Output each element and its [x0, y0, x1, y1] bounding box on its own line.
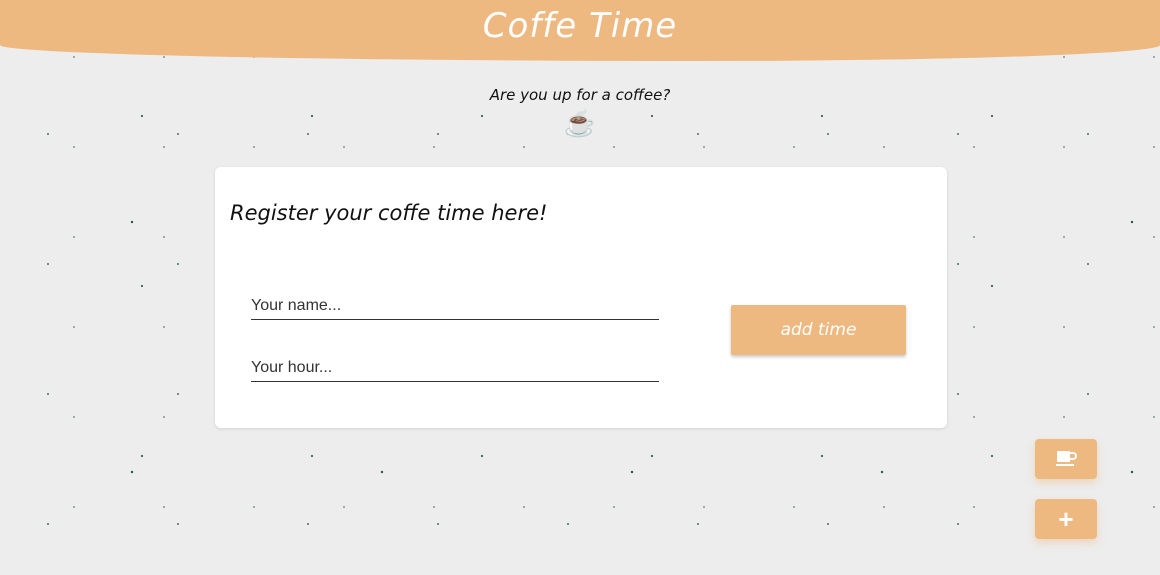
- add-time-button[interactable]: add time: [731, 305, 906, 355]
- plus-icon: +: [1058, 504, 1074, 534]
- hour-input[interactable]: [251, 359, 659, 382]
- name-input[interactable]: [251, 297, 659, 320]
- card-title: Register your coffe time here!: [230, 201, 548, 225]
- tagline: Are you up for a coffee?: [489, 86, 671, 104]
- add-fab-button[interactable]: +: [1035, 499, 1097, 539]
- coffee-cup-icon: ☕: [563, 108, 597, 138]
- coffee-list-button[interactable]: [1035, 439, 1097, 479]
- app-title: Coffe Time: [482, 6, 678, 46]
- app-header: Coffe Time: [0, 0, 1160, 61]
- coffee-icon: [1055, 449, 1077, 470]
- register-card: Register your coffe time here! add time: [215, 167, 947, 428]
